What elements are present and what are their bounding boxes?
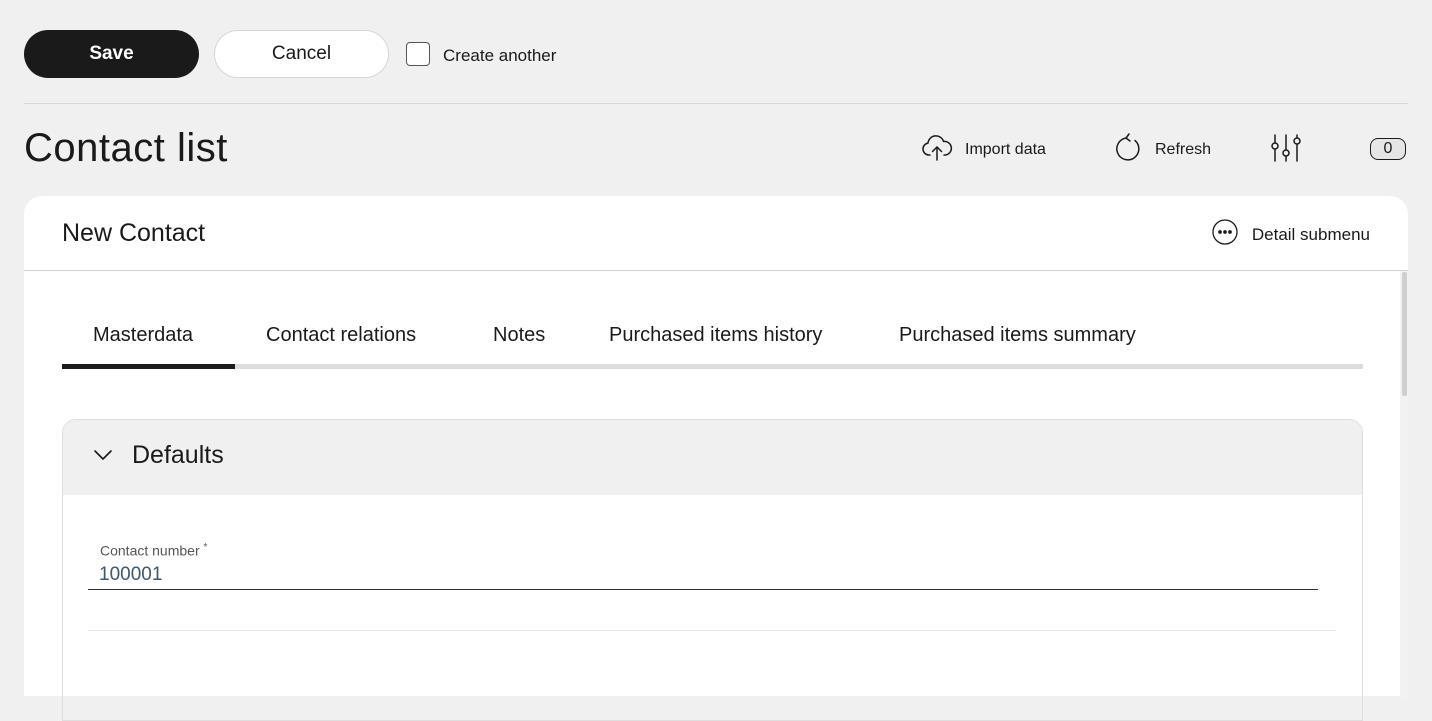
scrollbar-thumb[interactable] [1402, 272, 1407, 396]
cloud-upload-icon [921, 134, 953, 167]
chevron-down-icon [93, 448, 113, 466]
import-data-button[interactable]: Import data [921, 132, 1046, 168]
defaults-section: Defaults Contact number * [62, 419, 1363, 721]
form-toolbar: Save Cancel Create another [24, 30, 556, 78]
required-mark: * [203, 542, 208, 553]
detail-card: New Contact Detail submenu Masterdata Co… [24, 196, 1408, 721]
filter-settings-button[interactable] [1270, 132, 1302, 168]
tab-bar-track [62, 364, 1363, 369]
create-another-toggle[interactable]: Create another [406, 42, 556, 66]
detail-submenu-label: Detail submenu [1251, 224, 1370, 244]
more-options-icon [1211, 218, 1239, 251]
contact-number-input[interactable] [88, 560, 1318, 590]
toolbar-divider [24, 103, 1408, 104]
sliders-icon [1270, 132, 1302, 169]
create-another-label: Create another [443, 46, 557, 65]
section-title: Defaults [132, 441, 224, 469]
tab-purchased-items-summary[interactable]: Purchased items summary [899, 324, 1136, 347]
active-tab-indicator [62, 364, 235, 369]
refresh-label: Refresh [1155, 141, 1212, 158]
detail-submenu-button[interactable]: Detail submenu [1211, 218, 1370, 251]
card-header-divider [24, 270, 1408, 271]
header-actions: Import data Refresh [0, 132, 1432, 168]
tab-purchased-items-history[interactable]: Purchased items history [609, 324, 822, 347]
tab-masterdata[interactable]: Masterdata [93, 324, 193, 347]
defaults-section-header[interactable]: Defaults [63, 420, 1362, 495]
refresh-button[interactable]: Refresh [1115, 132, 1211, 168]
create-another-checkbox[interactable] [406, 42, 430, 66]
save-button[interactable]: Save [24, 30, 199, 78]
tab-notes[interactable]: Notes [493, 324, 545, 347]
contact-number-label: Contact number * [100, 542, 208, 559]
tab-bar: Masterdata Contact relations Notes Purch… [62, 316, 1363, 369]
cancel-button[interactable]: Cancel [214, 30, 389, 78]
refresh-icon [1115, 132, 1143, 169]
count-badge[interactable]: 0 [1370, 138, 1406, 160]
import-data-label: Import data [965, 141, 1046, 158]
field-divider [88, 630, 1336, 631]
card-title: New Contact [62, 219, 206, 247]
tab-contact-relations[interactable]: Contact relations [266, 324, 416, 347]
